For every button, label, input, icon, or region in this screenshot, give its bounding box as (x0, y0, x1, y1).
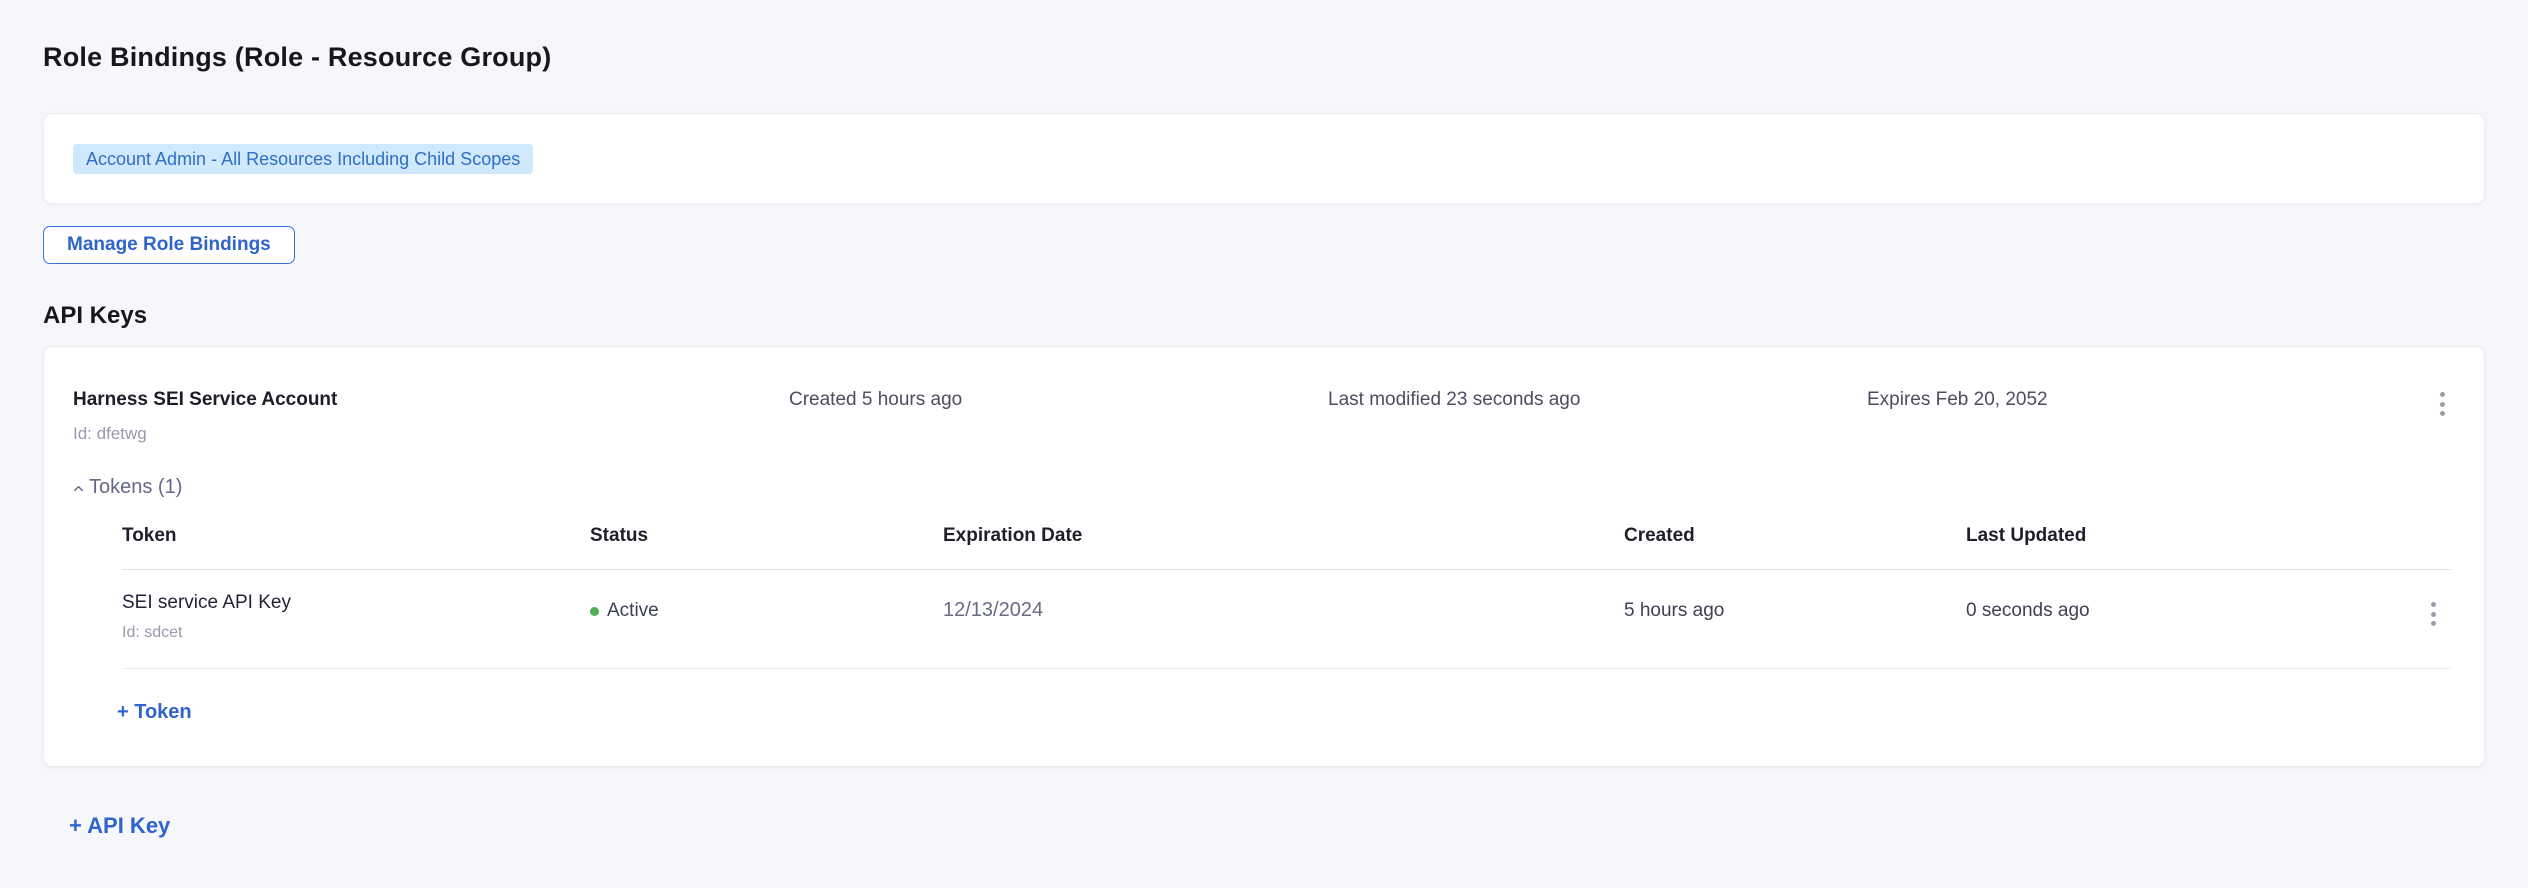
add-token-button[interactable]: + Token (117, 701, 192, 724)
tokens-toggle-label: Tokens (1) (89, 476, 182, 499)
status-dot-icon (590, 607, 599, 616)
tokens-table-header: Token Status Expiration Date Created Las… (122, 513, 2451, 570)
token-table-row: SEI service API Key Id: sdcet Active 12/… (122, 570, 2451, 669)
column-header-token: Token (122, 525, 590, 547)
chevron-up-icon (71, 481, 86, 496)
token-last-updated: 0 seconds ago (1966, 600, 2413, 622)
kebab-menu-icon[interactable] (2416, 389, 2468, 416)
api-keys-heading: API Keys (43, 302, 2485, 330)
main-content: Role Bindings (Role - Resource Group) Ac… (0, 0, 2528, 839)
api-key-created: Created 5 hours ago (789, 389, 1328, 411)
api-key-identity: Harness SEI Service Account Id: dfetwg (73, 389, 789, 444)
column-header-expiration-date: Expiration Date (943, 525, 1624, 547)
status-label: Active (607, 600, 659, 622)
token-id: Id: sdcet (122, 624, 590, 642)
column-header-status: Status (590, 525, 943, 547)
api-key-card: Harness SEI Service Account Id: dfetwg C… (43, 346, 2485, 767)
api-key-expires: Expires Feb 20, 2052 (1867, 389, 2416, 411)
token-created: 5 hours ago (1624, 600, 1966, 622)
token-cell: SEI service API Key Id: sdcet (122, 592, 590, 642)
manage-role-bindings-button[interactable]: Manage Role Bindings (43, 226, 295, 264)
add-api-key-button[interactable]: + API Key (69, 813, 170, 839)
token-status: Active (590, 600, 943, 622)
kebab-menu-icon[interactable] (2413, 592, 2453, 626)
api-key-last-modified: Last modified 23 seconds ago (1328, 389, 1867, 411)
column-header-created: Created (1624, 525, 1966, 547)
column-header-last-updated: Last Updated (1966, 525, 2413, 547)
token-expiration-date: 12/13/2024 (943, 599, 1624, 622)
role-binding-badge: Account Admin - All Resources Including … (73, 144, 533, 174)
role-bindings-card: Account Admin - All Resources Including … (43, 113, 2485, 204)
tokens-toggle[interactable]: Tokens (1) (71, 476, 182, 499)
api-key-header: Harness SEI Service Account Id: dfetwg C… (44, 347, 2484, 444)
token-name: SEI service API Key (122, 592, 590, 613)
api-key-name: Harness SEI Service Account (73, 389, 789, 411)
tokens-table: Token Status Expiration Date Created Las… (122, 513, 2451, 669)
page-title: Role Bindings (Role - Resource Group) (43, 42, 2485, 73)
api-key-id: Id: dfetwg (73, 424, 789, 444)
